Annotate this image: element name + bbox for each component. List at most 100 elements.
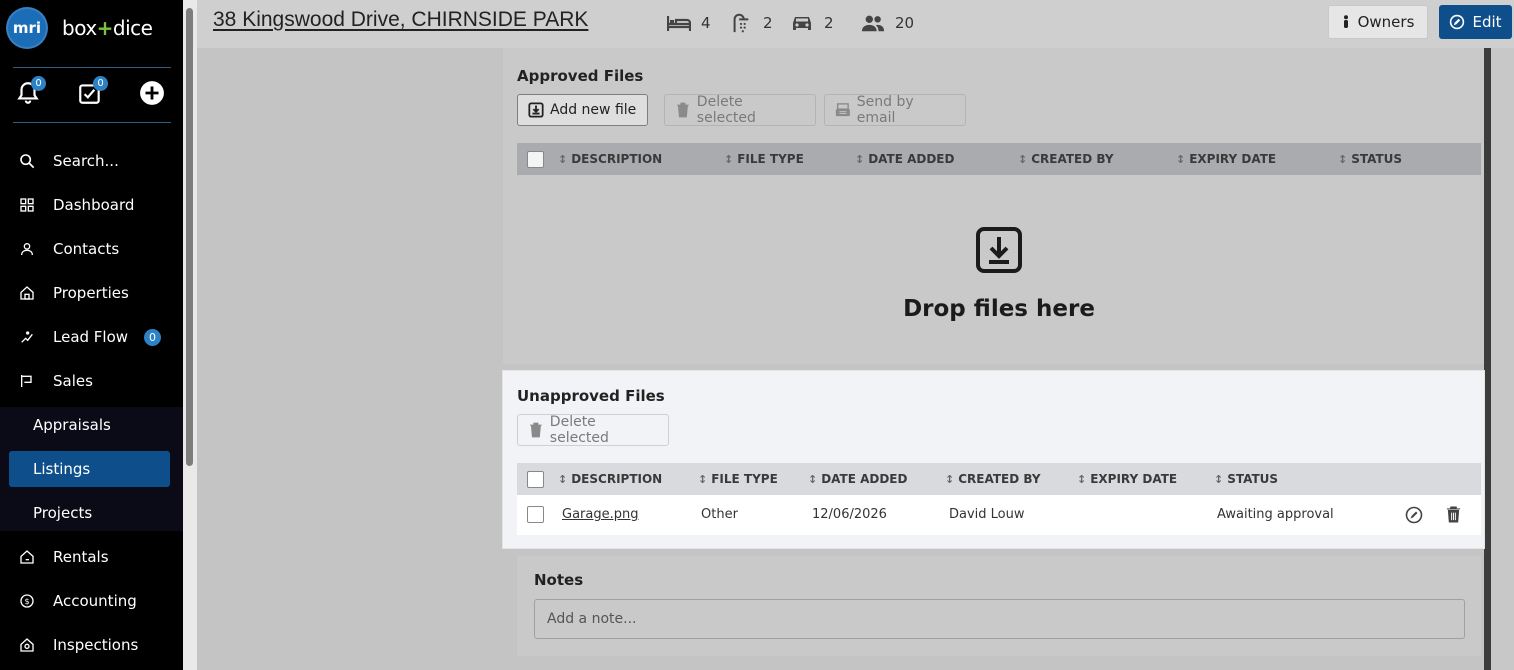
sidebar-item-label: Search... (53, 152, 119, 170)
shower-icon (733, 13, 749, 33)
file-description-link[interactable]: Garage.png (562, 507, 638, 522)
col-created-by[interactable]: ↕ CREATED BY (945, 472, 1041, 486)
people-icon (861, 15, 885, 32)
search-icon (18, 152, 36, 170)
created-by-cell: David Louw (949, 507, 1025, 522)
add-button[interactable] (139, 80, 169, 110)
col-date-added[interactable]: ↕ DATE ADDED (855, 152, 954, 166)
col-created-by[interactable]: ↕ CREATED BY (1018, 152, 1114, 166)
unapproved-delete-selected-button[interactable]: Delete selected (517, 414, 669, 446)
notifications-button[interactable]: 0 (15, 76, 46, 110)
property-address-title[interactable]: 38 Kingswood Drive, CHIRNSIDE PARK (213, 8, 588, 32)
status-cell: Awaiting approval (1217, 507, 1334, 522)
sidebar-item-label: Accounting (53, 592, 137, 610)
sidebar-search[interactable]: Search... (0, 143, 183, 179)
people-count: 20 (895, 14, 915, 32)
col-label: DATE ADDED (821, 472, 908, 486)
tasks-button[interactable]: 0 (77, 76, 108, 110)
trash-icon (1446, 506, 1461, 523)
col-file-type[interactable]: ↕ FILE TYPE (698, 472, 778, 486)
scrollbar-thumb[interactable] (186, 8, 193, 466)
sidebar-item-appraisals[interactable]: Appraisals (0, 407, 183, 443)
unapproved-files-section: Unapproved Files Delete selected ↕ DESCRI… (503, 371, 1484, 548)
add-new-file-label: Add new file (550, 102, 637, 118)
svg-text:$: $ (24, 597, 29, 606)
brand-logo[interactable]: box+dice (62, 16, 153, 40)
send-by-email-label: Send by email (856, 94, 914, 126)
house-key-icon (18, 548, 36, 566)
main-scrollbar[interactable] (1484, 48, 1491, 670)
col-expiry-date[interactable]: ↕ EXPIRY DATE (1176, 152, 1276, 166)
col-label: DESCRIPTION (571, 472, 663, 486)
delete-row-button[interactable] (1446, 506, 1461, 527)
sidebar-item-label: Lead Flow (53, 328, 129, 346)
file-download-icon (528, 102, 544, 118)
col-status[interactable]: ↕ STATUS (1214, 472, 1278, 486)
sidebar-item-listings[interactable]: Listings (9, 451, 170, 487)
sidebar-item-lead-flow[interactable]: Lead Flow 0 (0, 319, 183, 355)
row-checkbox[interactable] (527, 506, 544, 523)
drop-zone[interactable]: Drop files here (517, 175, 1481, 361)
delete-selected-button[interactable]: Delete selected (664, 94, 816, 126)
col-label: CREATED BY (958, 472, 1041, 486)
add-note-input[interactable]: Add a note... (534, 599, 1465, 639)
sort-icon: ↕ (1176, 152, 1186, 166)
sidebar-item-sales[interactable]: Sales (0, 363, 183, 399)
owners-label: Owners (1357, 13, 1415, 31)
delete-selected-label: Delete selected (696, 94, 756, 126)
checkbox[interactable] (527, 470, 544, 488)
lead-flow-badge: 0 (144, 328, 161, 346)
sidebar-item-inspections[interactable]: Inspections (0, 627, 183, 663)
table-row[interactable]: Garage.png Other 12/06/2026 David Louw A… (517, 495, 1481, 535)
send-by-email-button[interactable]: Send by email (824, 94, 966, 126)
col-expiry-date[interactable]: ↕ EXPIRY DATE (1077, 472, 1177, 486)
sort-icon: ↕ (855, 152, 865, 166)
drop-files-text: Drop files here (903, 296, 1095, 322)
select-all-checkbox[interactable] (527, 470, 544, 488)
sidebar-item-label: Contacts (53, 240, 120, 258)
dollar-icon: $ (18, 592, 36, 610)
sidebar-divider (13, 67, 171, 68)
owners-button[interactable]: Owners (1328, 5, 1428, 39)
grid-icon (18, 196, 36, 214)
note-placeholder: Add a note... (547, 611, 637, 627)
printer-email-icon (835, 103, 850, 117)
col-status[interactable]: ↕ STATUS (1338, 152, 1402, 166)
col-file-type[interactable]: ↕ FILE TYPE (724, 152, 804, 166)
col-label: STATUS (1351, 152, 1403, 166)
mri-logo[interactable]: mri (6, 7, 48, 49)
sort-icon: ↕ (698, 472, 708, 486)
lead-icon (18, 328, 36, 346)
sidebar-scrollbar[interactable] (183, 0, 197, 670)
sidebar-item-label: Rentals (53, 548, 109, 566)
trash-icon (676, 102, 689, 118)
col-date-added[interactable]: ↕ DATE ADDED (808, 472, 907, 486)
checkbox[interactable] (527, 506, 544, 523)
sidebar-item-rentals[interactable]: Rentals (0, 539, 183, 575)
approve-button[interactable] (1405, 506, 1423, 528)
col-label: FILE TYPE (711, 472, 778, 486)
approved-files-section: Approved Files Add new file Delete selec… (503, 48, 1484, 364)
sidebar-item-label: Dashboard (53, 196, 135, 214)
sidebar-item-dashboard[interactable]: Dashboard (0, 187, 183, 223)
sort-icon: ↕ (945, 472, 955, 486)
cars-count: 2 (824, 14, 834, 32)
unapproved-table-header: ↕ DESCRIPTION ↕ FILE TYPE ↕ DATE ADDED ↕ CRE… (517, 463, 1481, 495)
sidebar-item-projects[interactable]: Projects (0, 495, 183, 531)
col-description[interactable]: ↕ DESCRIPTION (558, 472, 662, 486)
sidebar-item-accounting[interactable]: $ Accounting (0, 583, 183, 619)
col-description[interactable]: ↕ DESCRIPTION (558, 152, 662, 166)
sidebar-item-label: Projects (33, 504, 93, 522)
page-edge (1491, 48, 1514, 670)
add-new-file-button[interactable]: Add new file (517, 94, 648, 126)
brand-right: dice (112, 16, 153, 40)
person-standing-icon (1343, 15, 1348, 28)
sidebar-item-label: Sales (53, 372, 93, 390)
sidebar-item-contacts[interactable]: Contacts (0, 231, 183, 267)
checkbox[interactable] (527, 150, 544, 168)
col-label: STATUS (1227, 472, 1279, 486)
select-all-checkbox[interactable] (527, 150, 544, 168)
beds-feature: 4 (667, 12, 711, 34)
edit-button[interactable]: Edit (1439, 5, 1512, 39)
sidebar-item-properties[interactable]: Properties (0, 275, 183, 311)
